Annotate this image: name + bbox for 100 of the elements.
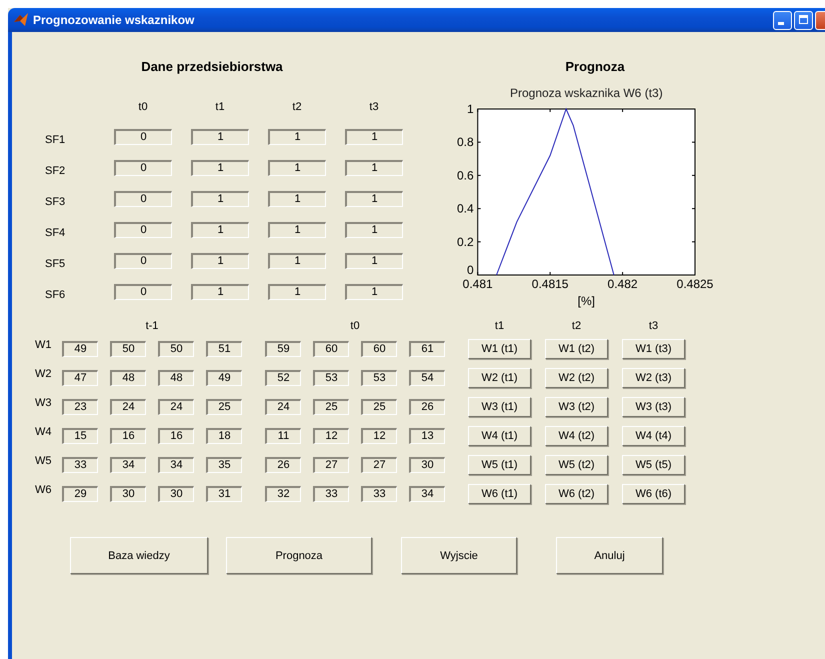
value-field[interactable]: 18 xyxy=(206,428,242,444)
maximize-button[interactable] xyxy=(794,10,813,30)
value-field[interactable]: 0 xyxy=(114,253,172,269)
forecast-button[interactable]: W1 (t3) xyxy=(622,339,685,359)
value-field[interactable]: 0 xyxy=(114,129,172,145)
forecast-button[interactable]: W4 (t2) xyxy=(545,426,608,446)
forecast-button[interactable]: W6 (t1) xyxy=(468,484,531,504)
value-field[interactable]: 47 xyxy=(62,370,98,386)
value-field[interactable]: 32 xyxy=(265,486,301,502)
tick-label: 0.6 xyxy=(457,168,474,182)
value-field[interactable]: 49 xyxy=(206,370,242,386)
value-field[interactable]: 35 xyxy=(206,457,242,473)
value-field[interactable]: 1 xyxy=(345,222,403,238)
value-field[interactable]: 1 xyxy=(345,253,403,269)
forecast-button[interactable]: W2 (t2) xyxy=(545,368,608,388)
value-field[interactable]: 25 xyxy=(313,399,349,415)
tick-label: 1 xyxy=(467,102,474,116)
forecast-button[interactable]: W2 (t3) xyxy=(622,368,685,388)
value-field[interactable]: 1 xyxy=(268,160,326,176)
value-field[interactable]: 53 xyxy=(313,370,349,386)
value-field[interactable]: 1 xyxy=(268,191,326,207)
value-field[interactable]: 1 xyxy=(268,284,326,300)
value-field[interactable]: 49 xyxy=(62,341,98,357)
value-field[interactable]: 1 xyxy=(268,253,326,269)
value-field[interactable]: 33 xyxy=(62,457,98,473)
forecast-button[interactable]: W3 (t1) xyxy=(468,397,531,417)
value-field[interactable]: 27 xyxy=(313,457,349,473)
value-field[interactable]: 59 xyxy=(265,341,301,357)
value-field[interactable]: 34 xyxy=(158,457,194,473)
value-field[interactable]: 12 xyxy=(313,428,349,444)
value-field[interactable]: 30 xyxy=(409,457,445,473)
value-field[interactable]: 0 xyxy=(114,191,172,207)
forecast-button[interactable]: W5 (t1) xyxy=(468,455,531,475)
value-field[interactable]: 52 xyxy=(265,370,301,386)
value-field[interactable]: 1 xyxy=(191,129,249,145)
forecast-button[interactable]: W5 (t5) xyxy=(622,455,685,475)
action-button[interactable]: Baza wiedzy xyxy=(70,537,208,574)
value-field[interactable]: 1 xyxy=(191,253,249,269)
action-button[interactable]: Anuluj xyxy=(556,537,663,574)
value-field[interactable]: 16 xyxy=(110,428,146,444)
forecast-button[interactable]: W6 (t2) xyxy=(545,484,608,504)
value-field[interactable]: 1 xyxy=(345,191,403,207)
action-button[interactable]: Wyjscie xyxy=(401,537,517,574)
minimize-button[interactable] xyxy=(773,10,792,30)
value-field[interactable]: 1 xyxy=(345,129,403,145)
value-field[interactable]: 30 xyxy=(110,486,146,502)
close-button[interactable] xyxy=(815,10,825,30)
value-field[interactable]: 31 xyxy=(206,486,242,502)
value-field[interactable]: 1 xyxy=(191,284,249,300)
value-field[interactable]: 25 xyxy=(206,399,242,415)
row-label: W2 xyxy=(35,368,52,380)
value-field[interactable]: 1 xyxy=(268,222,326,238)
forecast-button[interactable]: W4 (t4) xyxy=(622,426,685,446)
value-field[interactable]: 48 xyxy=(158,370,194,386)
value-field[interactable]: 12 xyxy=(361,428,397,444)
value-field[interactable]: 0 xyxy=(114,160,172,176)
value-field[interactable]: 24 xyxy=(110,399,146,415)
value-field[interactable]: 16 xyxy=(158,428,194,444)
value-field[interactable]: 60 xyxy=(313,341,349,357)
value-field[interactable]: 34 xyxy=(110,457,146,473)
value-field[interactable]: 0 xyxy=(114,222,172,238)
forecast-button[interactable]: W6 (t6) xyxy=(622,484,685,504)
forecast-button[interactable]: W3 (t2) xyxy=(545,397,608,417)
value-field[interactable]: 50 xyxy=(110,341,146,357)
forecast-button[interactable]: W3 (t3) xyxy=(622,397,685,417)
value-field[interactable]: 15 xyxy=(62,428,98,444)
value-field[interactable]: 54 xyxy=(409,370,445,386)
value-field[interactable]: 34 xyxy=(409,486,445,502)
value-field[interactable]: 33 xyxy=(361,486,397,502)
value-field[interactable]: 23 xyxy=(62,399,98,415)
value-field[interactable]: 29 xyxy=(62,486,98,502)
value-field[interactable]: 50 xyxy=(158,341,194,357)
value-field[interactable]: 48 xyxy=(110,370,146,386)
value-field[interactable]: 0 xyxy=(114,284,172,300)
value-field[interactable]: 1 xyxy=(191,222,249,238)
value-field[interactable]: 11 xyxy=(265,428,301,444)
value-field[interactable]: 25 xyxy=(361,399,397,415)
value-field[interactable]: 26 xyxy=(409,399,445,415)
value-field[interactable]: 24 xyxy=(265,399,301,415)
forecast-button[interactable]: W1 (t1) xyxy=(468,339,531,359)
value-field[interactable]: 24 xyxy=(158,399,194,415)
forecast-button[interactable]: W1 (t2) xyxy=(545,339,608,359)
forecast-button[interactable]: W4 (t1) xyxy=(468,426,531,446)
value-field[interactable]: 61 xyxy=(409,341,445,357)
value-field[interactable]: 1 xyxy=(345,160,403,176)
value-field[interactable]: 30 xyxy=(158,486,194,502)
value-field[interactable]: 1 xyxy=(191,191,249,207)
forecast-button[interactable]: W2 (t1) xyxy=(468,368,531,388)
action-button[interactable]: Prognoza xyxy=(226,537,372,574)
value-field[interactable]: 1 xyxy=(345,284,403,300)
value-field[interactable]: 60 xyxy=(361,341,397,357)
value-field[interactable]: 1 xyxy=(191,160,249,176)
value-field[interactable]: 33 xyxy=(313,486,349,502)
value-field[interactable]: 13 xyxy=(409,428,445,444)
value-field[interactable]: 26 xyxy=(265,457,301,473)
value-field[interactable]: 27 xyxy=(361,457,397,473)
value-field[interactable]: 1 xyxy=(268,129,326,145)
forecast-button[interactable]: W5 (t2) xyxy=(545,455,608,475)
value-field[interactable]: 51 xyxy=(206,341,242,357)
value-field[interactable]: 53 xyxy=(361,370,397,386)
